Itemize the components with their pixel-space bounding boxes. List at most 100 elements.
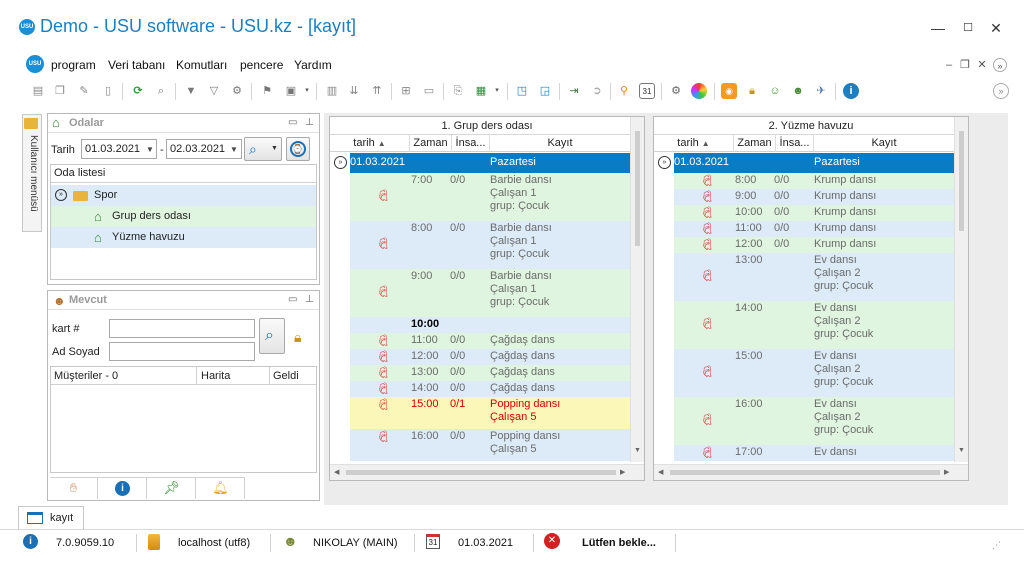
collapse-icon[interactable]: » [334, 156, 347, 169]
refresh-icon[interactable]: ⟳ [130, 83, 146, 99]
mdi-minimize-button[interactable]: – [942, 58, 956, 72]
print-icon[interactable]: ▤ [30, 83, 46, 99]
collapse-icon[interactable]: ⇊ [346, 83, 362, 99]
grid1-group-row[interactable]: » 01.03.2021 Pazartesi [330, 153, 630, 173]
table-row[interactable]: 🕺︎ 9:00 0/0 Barbie dansı Çalışan 1 grup: Çocu… [330, 269, 630, 317]
grid2-col-zaman[interactable]: Zaman [734, 135, 776, 152]
scroll-down-icon[interactable]: ▼ [634, 447, 641, 454]
usu-logo-icon[interactable]: USU [26, 55, 44, 73]
col-geldi[interactable]: Geldi [273, 370, 299, 382]
grid2-group-row[interactable]: » 01.03.2021 Pazartesi [654, 153, 954, 173]
tree-room-grup-ders[interactable]: ⌂ Grup ders odası [51, 206, 316, 227]
table-row[interactable]: 🕺︎ 13:00 0/0 Çağdaş dans [330, 365, 630, 381]
info-icon[interactable]: i [843, 83, 859, 99]
toolbar-expand-icon[interactable]: » [993, 83, 1009, 99]
users-icon[interactable]: ☻ [790, 83, 806, 99]
mdi-expand-icon[interactable]: » [993, 58, 1007, 72]
edit-icon[interactable]: ✎ [76, 83, 92, 99]
arrow-circle-icon[interactable]: ➲ [589, 83, 605, 99]
info-button[interactable]: i [99, 478, 147, 499]
grid2-col-insa[interactable]: İnsa... [776, 135, 814, 152]
table-row[interactable]: 🕺︎ 14:00 0/0 Çağdaş dans [330, 381, 630, 397]
hand-icon[interactable]: ✋︎ [50, 478, 98, 499]
calendar-icon[interactable]: 31 [639, 83, 655, 99]
tools-icon[interactable]: ✈ [813, 83, 829, 99]
flag-icon[interactable]: ⚑ [259, 83, 275, 99]
image-icon[interactable]: ▣ [283, 83, 299, 99]
grid1-vscrollbar[interactable]: ▼ [630, 117, 644, 462]
table-row[interactable]: 🕺︎ 13:00 Ev dansı Çalışan 2 grup: Çocuk [654, 253, 954, 301]
tree-room-yuzme[interactable]: ⌂ Yüzme havuzu [51, 227, 316, 248]
close-window-icon[interactable]: ◲ [537, 83, 553, 99]
exit-icon[interactable]: ⇥ [566, 83, 582, 99]
collapse-icon[interactable]: » [658, 156, 671, 169]
table-row[interactable]: 10:00 [330, 317, 630, 333]
table-row[interactable]: 🕺︎ 14:00 Ev dansı Çalışan 2 grup: Çocuk [654, 301, 954, 349]
grid2-hscrollbar[interactable]: ◀ ▶ [654, 464, 968, 480]
grid1-col-insa[interactable]: İnsa... [452, 135, 490, 152]
mdi-restore-button[interactable]: ❐ [958, 58, 972, 72]
color-palette-icon[interactable] [691, 83, 707, 99]
scroll-right-icon[interactable]: ▶ [944, 468, 949, 476]
scroll-left-icon[interactable]: ◀ [658, 468, 663, 476]
odalar-pin-button[interactable]: ⊥ [305, 117, 314, 128]
table-row[interactable]: 🕺︎ 16:00 0/0 Popping dansı Çalışan 5 [330, 429, 630, 461]
col-harita[interactable]: Harita [201, 370, 230, 382]
tab-kayit[interactable]: kayıt [18, 506, 84, 530]
add-row-icon[interactable]: ⊞ [398, 83, 414, 99]
kart-input[interactable] [109, 319, 255, 338]
zoom-icon[interactable]: ⌕ [153, 83, 169, 99]
search-dropdown-icon[interactable]: ▼ [271, 145, 278, 152]
grid1-hscrollbar[interactable]: ◀ ▶ [330, 464, 644, 480]
delete-icon[interactable]: ▯ [100, 83, 116, 99]
clock-button[interactable]: ⌚ [286, 137, 310, 161]
table-row[interactable]: 🕺︎ 11:00 0/0 Krump dansı [654, 221, 954, 237]
pin-icon[interactable]: 📌︎ [148, 478, 196, 499]
col-musteriler[interactable]: Müşteriler - 0 [54, 370, 118, 382]
table-row[interactable]: 🕺︎ 10:00 0/0 Krump dansı [654, 205, 954, 221]
columns-icon[interactable]: ▥ [324, 83, 340, 99]
excel-icon[interactable]: ▦ [473, 83, 489, 99]
export-icon[interactable]: ⎘ [450, 83, 466, 99]
map-pin-icon[interactable]: ⚲ [616, 83, 632, 99]
filter-clear-icon[interactable]: ▽ [206, 83, 222, 99]
table-row[interactable]: 🕺︎ 11:00 0/0 Çağdaş dans [330, 333, 630, 349]
bell-icon[interactable]: 🔔︎ [197, 478, 245, 499]
settings-icon[interactable]: ⚙ [668, 83, 684, 99]
new-window-icon[interactable]: ◳ [514, 83, 530, 99]
menu-pencere[interactable]: pencere [240, 58, 283, 72]
table-row[interactable]: 🕺︎ 15:00 Ev dansı Çalışan 2 grup: Çocuk [654, 349, 954, 397]
table-row[interactable]: 🕺︎ 15:00 0/1 Popping dansı Çalışan 5 [330, 397, 630, 429]
scroll-down-icon[interactable]: ▼ [958, 447, 965, 454]
grid1-col-zaman[interactable]: Zaman [410, 135, 452, 152]
customer-search-button[interactable]: ⌕ [259, 318, 285, 354]
mevcut-pin-button[interactable]: ⊥ [305, 294, 314, 305]
grid1-hscroll-thumb[interactable] [346, 470, 616, 475]
minimize-button[interactable]: — [928, 18, 948, 38]
grid1-vscroll-thumb[interactable] [635, 131, 640, 246]
grid1-col-tarih[interactable]: tarih ▲ [330, 135, 410, 152]
tree-group-spor[interactable]: » Spor [51, 185, 316, 206]
table-row[interactable]: 🕺︎ 12:00 0/0 Krump dansı [654, 237, 954, 253]
table-row[interactable]: 🕺︎ 9:00 0/0 Krump dansı [654, 189, 954, 205]
expand-icon[interactable]: ⇈ [369, 83, 385, 99]
grid2-vscroll-thumb[interactable] [959, 131, 964, 231]
table-row[interactable]: 🕺︎ 12:00 0/0 Çağdaş dans [330, 349, 630, 365]
menu-komutlari[interactable]: Komutları [176, 58, 227, 72]
mdi-close-button[interactable]: ✕ [975, 58, 989, 72]
resize-grip-icon[interactable]: ⋰ [992, 540, 1001, 551]
rss-icon[interactable]: ◉ [721, 83, 737, 99]
grid2-col-tarih[interactable]: tarih ▲ [654, 135, 734, 152]
search-button[interactable]: ⌕ ▼ [244, 137, 282, 161]
lock-icon[interactable]: 🔒︎ [294, 329, 301, 346]
scroll-left-icon[interactable]: ◀ [334, 468, 339, 476]
menu-program[interactable]: program [51, 58, 96, 72]
odalar-restore-button[interactable]: ▭ [288, 117, 297, 128]
adsoyad-input[interactable] [109, 342, 255, 361]
menu-veri-tabani[interactable]: Veri tabanı [108, 58, 165, 72]
room-list-header[interactable]: Oda listesi [51, 165, 316, 183]
mevcut-restore-button[interactable]: ▭ [288, 294, 297, 305]
copy-icon[interactable]: ❐ [52, 83, 68, 99]
table-row[interactable]: 🕺︎ 17:00 Ev dansı [654, 445, 954, 461]
filter-icon[interactable]: ▼ [183, 83, 199, 99]
